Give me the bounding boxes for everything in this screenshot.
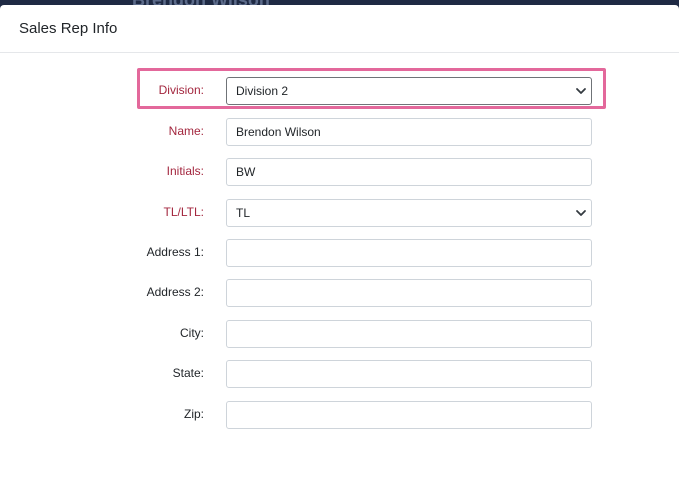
name-input[interactable]: Brendon Wilson	[226, 118, 592, 146]
zip-label: Zip:	[183, 407, 204, 421]
address1-input[interactable]	[226, 239, 592, 267]
tl-ltl-row: TL/LTL: TL	[0, 199, 679, 227]
city-row: City:	[0, 320, 679, 348]
zip-row: Zip:	[0, 401, 679, 429]
name-row: Name: Brendon Wilson	[0, 118, 679, 146]
tl-ltl-select-value: TL	[236, 206, 251, 220]
initials-input[interactable]: BW	[226, 158, 592, 186]
chevron-down-icon	[576, 210, 586, 216]
sales-rep-modal: Sales Rep Info Division: Division 2 Name…	[0, 5, 679, 489]
modal-header: Sales Rep Info	[0, 5, 679, 53]
name-label: Name:	[168, 124, 204, 138]
address2-row: Address 2:	[0, 279, 679, 307]
address2-input[interactable]	[226, 279, 592, 307]
state-input[interactable]	[226, 360, 592, 388]
zip-input[interactable]	[226, 401, 592, 429]
division-highlight-box	[137, 68, 606, 109]
modal-title: Sales Rep Info	[19, 20, 118, 37]
state-label: State:	[172, 366, 204, 380]
city-input[interactable]	[226, 320, 592, 348]
tl-ltl-select[interactable]: TL	[226, 199, 592, 227]
initials-label: Initials:	[166, 164, 204, 178]
name-input-value: Brendon Wilson	[236, 125, 321, 139]
address1-row: Address 1:	[0, 239, 679, 267]
city-label: City:	[180, 326, 204, 340]
tl-ltl-label: TL/LTL:	[163, 205, 204, 219]
address1-label: Address 1:	[146, 245, 204, 259]
state-row: State:	[0, 360, 679, 388]
initials-row: Initials: BW	[0, 158, 679, 186]
initials-input-value: BW	[236, 165, 256, 179]
address2-label: Address 2:	[146, 285, 204, 299]
